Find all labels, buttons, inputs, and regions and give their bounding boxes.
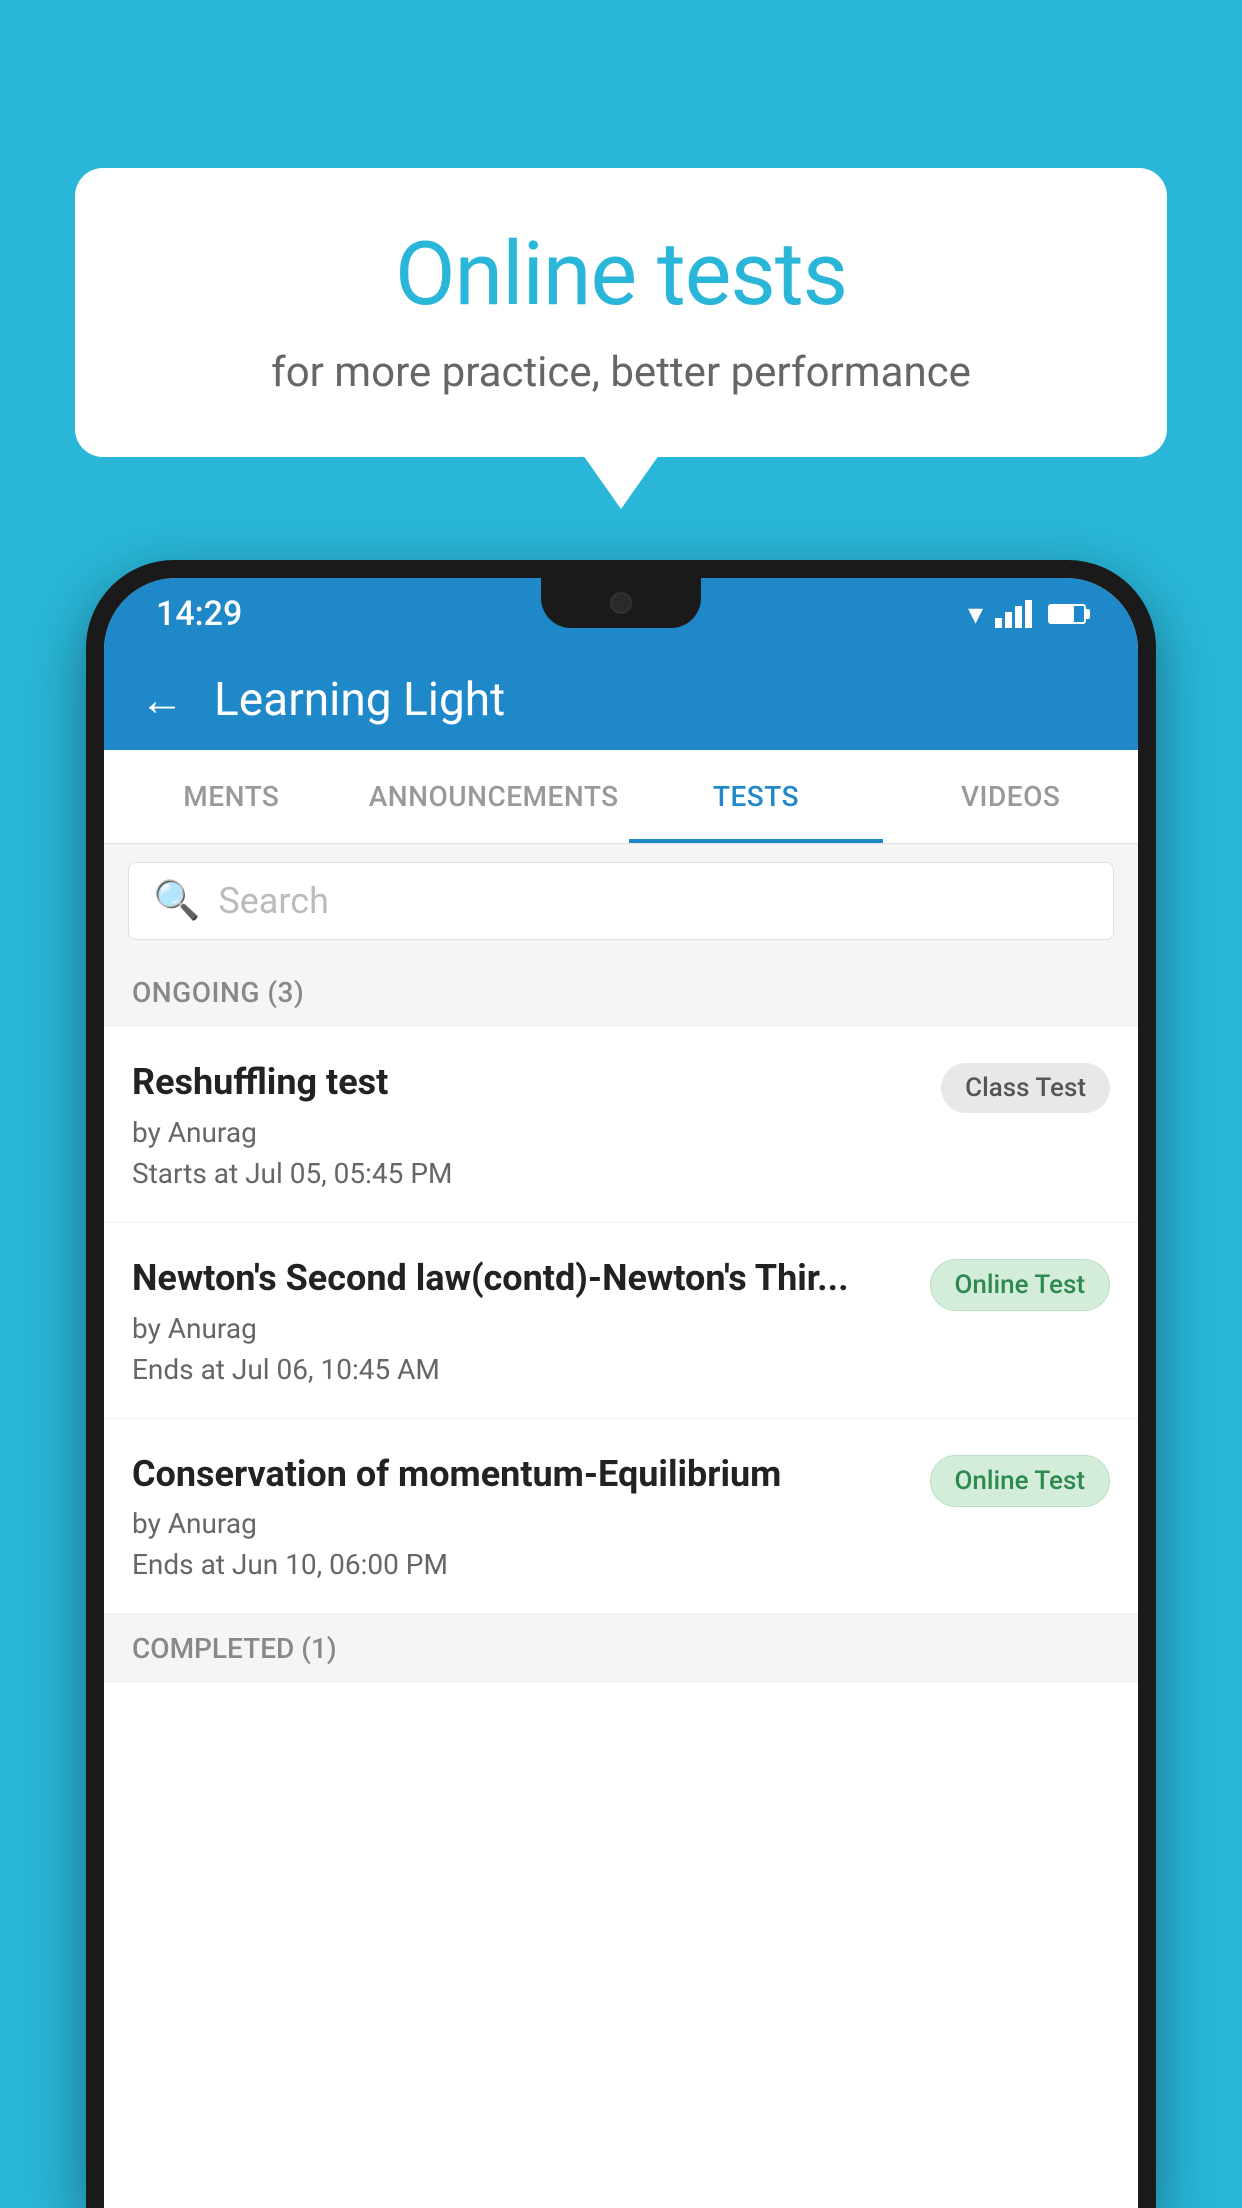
bubble-subtitle: for more practice, better performance xyxy=(135,348,1107,397)
battery-icon xyxy=(1048,604,1086,624)
status-icons: ▾ xyxy=(968,597,1086,632)
back-button[interactable]: ← xyxy=(140,674,184,726)
tab-tests[interactable]: TESTS xyxy=(629,750,884,843)
test-item-1[interactable]: Reshuffling test by Anurag Starts at Jul… xyxy=(104,1027,1138,1223)
test-time-1: Starts at Jul 05, 05:45 PM xyxy=(132,1157,921,1190)
test-author-1: by Anurag xyxy=(132,1116,921,1149)
test-name-1: Reshuffling test xyxy=(132,1059,921,1106)
tabs-bar: MENTS ANNOUNCEMENTS TESTS VIDEOS xyxy=(104,750,1138,844)
test-badge-1: Class Test xyxy=(941,1063,1110,1113)
test-name-3: Conservation of momentum-Equilibrium xyxy=(132,1451,910,1498)
test-author-3: by Anurag xyxy=(132,1507,910,1540)
signal-icon xyxy=(995,600,1032,628)
tab-ments[interactable]: MENTS xyxy=(104,750,359,843)
tab-videos[interactable]: VIDEOS xyxy=(883,750,1138,843)
test-info-3: Conservation of momentum-Equilibrium by … xyxy=(132,1451,910,1582)
camera-dot xyxy=(610,592,632,614)
phone-notch xyxy=(541,578,701,628)
test-time-3: Ends at Jun 10, 06:00 PM xyxy=(132,1548,910,1581)
status-time: 14:29 xyxy=(156,594,242,634)
test-name-2: Newton's Second law(contd)-Newton's Thir… xyxy=(132,1255,910,1302)
test-list: Reshuffling test by Anurag Starts at Jul… xyxy=(104,1027,1138,2208)
test-badge-2: Online Test xyxy=(930,1259,1111,1311)
test-item-3[interactable]: Conservation of momentum-Equilibrium by … xyxy=(104,1419,1138,1615)
test-badge-3: Online Test xyxy=(930,1455,1111,1507)
test-time-2: Ends at Jul 06, 10:45 AM xyxy=(132,1353,910,1386)
bubble-title: Online tests xyxy=(135,223,1107,326)
test-info-2: Newton's Second law(contd)-Newton's Thir… xyxy=(132,1255,910,1386)
search-icon: 🔍 xyxy=(153,879,200,923)
app-header: ← Learning Light xyxy=(104,650,1138,750)
test-item-2[interactable]: Newton's Second law(contd)-Newton's Thir… xyxy=(104,1223,1138,1419)
tab-announcements[interactable]: ANNOUNCEMENTS xyxy=(359,750,629,843)
test-author-2: by Anurag xyxy=(132,1312,910,1345)
phone-frame: 14:29 ▾ ← Learning Light xyxy=(86,560,1156,2208)
test-info-1: Reshuffling test by Anurag Starts at Jul… xyxy=(132,1059,921,1190)
search-placeholder: Search xyxy=(218,880,329,922)
phone-screen: 14:29 ▾ ← Learning Light xyxy=(104,578,1138,2208)
search-container: 🔍 Search xyxy=(104,844,1138,958)
completed-section-header: COMPLETED (1) xyxy=(104,1614,1138,1683)
speech-bubble: Online tests for more practice, better p… xyxy=(75,168,1167,457)
ongoing-section-header: ONGOING (3) xyxy=(104,958,1138,1027)
search-input-wrapper[interactable]: 🔍 Search xyxy=(128,862,1114,940)
app-title: Learning Light xyxy=(214,673,505,727)
wifi-icon: ▾ xyxy=(968,597,983,632)
